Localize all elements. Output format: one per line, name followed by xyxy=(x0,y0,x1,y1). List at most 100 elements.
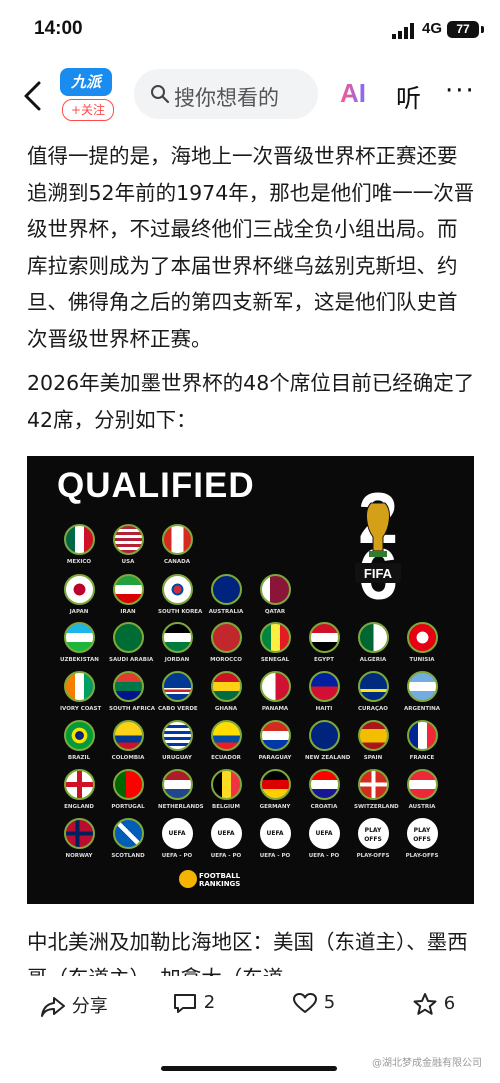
like-count: 5 xyxy=(323,992,336,1013)
team-flag: FRANCE xyxy=(403,720,441,761)
publisher-logo[interactable]: 九派 xyxy=(60,68,112,96)
home-indicator[interactable] xyxy=(161,1066,337,1071)
team-name: JORDAN xyxy=(164,657,190,663)
flag-icon xyxy=(112,769,144,800)
share-label: 分享 xyxy=(71,996,108,1017)
credit-line: RANKINGS xyxy=(199,880,241,888)
team-flag: BELGIUM xyxy=(207,769,245,810)
flag-icon xyxy=(308,622,340,653)
team-name: GERMANY xyxy=(259,804,291,810)
flag-icon xyxy=(406,671,438,702)
flag-icon xyxy=(308,671,340,702)
team-name: ECUADOR xyxy=(211,755,241,761)
flag-icon xyxy=(210,671,242,702)
star-icon xyxy=(413,993,437,1015)
team-flag: CURAÇAO xyxy=(354,671,392,712)
team-flag: USA xyxy=(109,524,147,565)
flag-icon xyxy=(308,769,340,800)
share-button[interactable]: 分享 xyxy=(40,992,108,1018)
poster-credit: FOOTBALL RANKINGS xyxy=(199,872,240,888)
team-name: PLAY-OFFS xyxy=(405,853,439,859)
flag-icon xyxy=(210,720,242,751)
poster-title: QUALIFIED xyxy=(57,466,255,505)
flag-icon xyxy=(161,720,193,751)
team-flag: BRAZIL xyxy=(60,720,98,761)
team-name: SAUDI ARABIA xyxy=(109,657,154,663)
search-bar[interactable]: 搜你想看的 xyxy=(134,69,318,119)
team-name: IRAN xyxy=(120,609,136,615)
flag-icon xyxy=(63,769,95,800)
network-label: 4G xyxy=(422,20,443,37)
team-name: NORWAY xyxy=(65,853,93,859)
team-name: UEFA - PO xyxy=(308,853,340,859)
team-name: COLOMBIA xyxy=(111,755,145,761)
team-name: NETHERLANDS xyxy=(158,804,204,810)
flag-icon xyxy=(63,818,95,849)
ai-button[interactable]: AI xyxy=(340,78,366,109)
team-flag: SENEGAL xyxy=(256,622,294,663)
team-flag: ECUADOR xyxy=(207,720,245,761)
comment-button[interactable]: 2 xyxy=(172,992,215,1014)
favorite-count: 6 xyxy=(443,993,456,1014)
article-paragraph: 2026年美加墨世界杯的48个席位目前已经确定了42席，分别如下： xyxy=(27,371,475,432)
team-name: AUSTRIA xyxy=(408,804,436,810)
status-bar: 14:00 4G 77 xyxy=(0,0,500,62)
flag-icon xyxy=(210,574,242,605)
flag-icon xyxy=(259,671,291,702)
team-flag: IVORY COAST xyxy=(60,671,101,712)
team-flag: AUSTRIA xyxy=(403,769,441,810)
search-placeholder: 搜你想看的 xyxy=(174,86,279,110)
team-name: PARAGUAY xyxy=(258,755,292,761)
flag-icon xyxy=(112,524,144,555)
heart-icon xyxy=(293,993,317,1013)
team-flag: QATAR xyxy=(256,574,294,615)
listen-button[interactable]: 听 xyxy=(396,79,421,115)
flag-icon xyxy=(112,622,144,653)
flag-icon xyxy=(161,769,193,800)
flag-icon xyxy=(357,720,389,751)
like-button[interactable]: 5 xyxy=(292,992,335,1014)
team-flag: SOUTH KOREA xyxy=(158,574,203,615)
team-flag: SWITZERLAND xyxy=(354,769,399,810)
team-flag: UZBEKISTAN xyxy=(60,622,99,663)
more-menu-button[interactable]: ··· xyxy=(445,76,476,106)
team-flag: PORTUGAL xyxy=(109,769,147,810)
team-name: SCOTLAND xyxy=(111,853,145,859)
team-flag: JAPAN xyxy=(60,574,98,615)
back-arrow-icon[interactable] xyxy=(20,80,48,112)
team-flag: NETHERLANDS xyxy=(158,769,204,810)
share-icon xyxy=(41,997,65,1017)
top-nav: 九派 +关注 搜你想看的 AI 听 ··· xyxy=(0,62,500,128)
follow-button[interactable]: +关注 xyxy=(62,99,114,121)
flag-icon: PLAY OFFS xyxy=(406,818,438,849)
flag-icon xyxy=(161,671,193,702)
qualified-teams-image[interactable]: QUALIFIED 2 6 FIFA MEXICO USA CANADA JAPAN I… xyxy=(27,456,474,904)
team-flag: MOROCCO xyxy=(207,622,245,663)
team-name: SOUTH KOREA xyxy=(158,609,203,615)
article-body: 值得一提的是，海地上一次晋级世界杯正赛还要追溯到52年前的1974年，那也是他们… xyxy=(27,138,477,446)
flag-icon xyxy=(161,622,193,653)
team-name: UEFA - PO xyxy=(259,853,291,859)
team-name: SENEGAL xyxy=(260,657,290,663)
team-name: ALGERIA xyxy=(359,657,387,663)
signal-icon xyxy=(392,23,414,39)
comment-icon xyxy=(174,994,196,1013)
team-flag: JORDAN xyxy=(158,622,196,663)
team-flag: PLAY OFFS PLAY-OFFS xyxy=(403,818,441,859)
team-name: UZBEKISTAN xyxy=(60,657,99,663)
team-name: CURAÇAO xyxy=(358,706,388,712)
world-cup-2026-logo: 2 6 FIFA xyxy=(355,481,401,601)
team-flag: UEFA UEFA - PO xyxy=(256,818,294,859)
team-name: USA xyxy=(121,559,135,565)
flag-icon xyxy=(357,622,389,653)
flag-icon xyxy=(357,769,389,800)
team-name: PANAMA xyxy=(261,706,289,712)
team-name: NEW ZEALAND xyxy=(305,755,351,761)
team-name: PORTUGAL xyxy=(111,804,145,810)
flag-icon: UEFA xyxy=(259,818,291,849)
flag-icon xyxy=(112,818,144,849)
team-name: MEXICO xyxy=(66,559,92,565)
team-name: UEFA - PO xyxy=(161,853,193,859)
flag-icon: PLAY OFFS xyxy=(357,818,389,849)
favorite-button[interactable]: 6 xyxy=(412,992,455,1016)
